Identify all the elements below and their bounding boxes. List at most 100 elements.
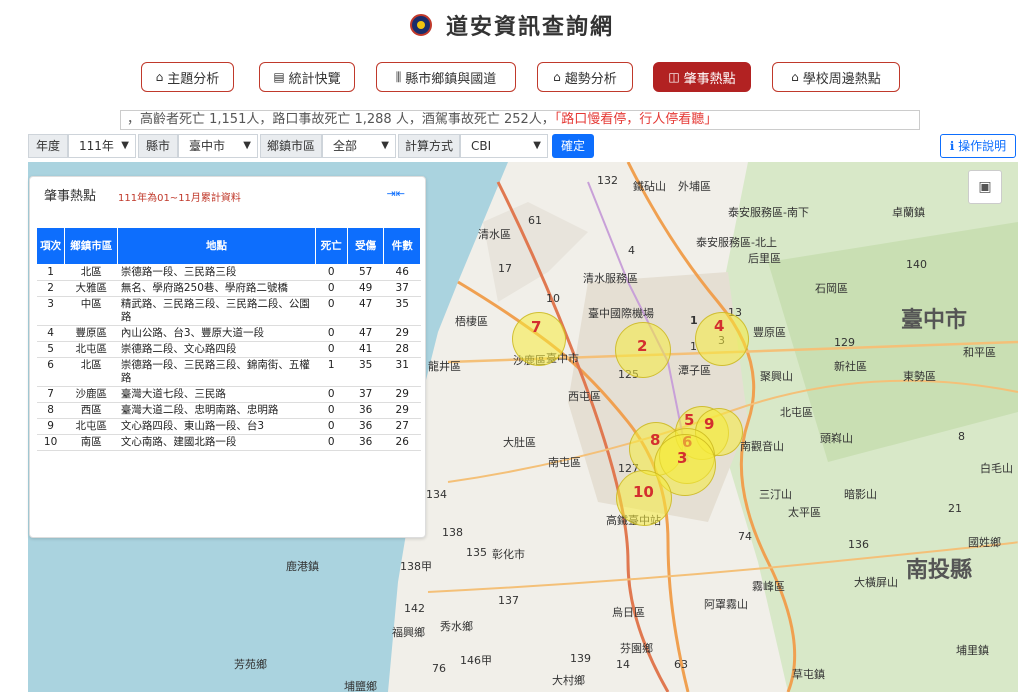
nav-stats-button[interactable]: ▤ 統計快覽	[259, 62, 355, 92]
page-title: 道安資訊查詢網	[445, 15, 614, 40]
place-label: 潭子區	[678, 364, 711, 377]
table-row[interactable]: 7 沙鹿區 臺灣大道七段、三民路 0 37 29	[36, 386, 421, 403]
table-cell: 大雅區	[64, 280, 118, 297]
place-label: 彰化市	[492, 548, 525, 561]
hotspot-panel: 肇事熱點 111年為01~11月累計資料 ⇥⇤ 項次 鄉鎮市區 地點 死亡 受傷…	[29, 176, 426, 538]
table-row[interactable]: 5 北屯區 崇德路二段、文心路四段 0 41 28	[36, 341, 421, 358]
nav-hotspot-button[interactable]: ◫ 肇事熱點	[653, 62, 751, 92]
help-button[interactable]: ℹ 操作說明	[940, 134, 1016, 158]
place-label: 霧峰區	[752, 580, 785, 593]
place-label: 泰安服務區-北上	[696, 236, 777, 249]
nav-trend-button[interactable]: ⌂ 趨勢分析	[537, 62, 633, 92]
calc-select[interactable]: CBI ▼	[460, 134, 548, 158]
place-label: 清水服務區	[583, 272, 638, 285]
image-export-button[interactable]: ▣	[968, 170, 1002, 204]
place-label: 東勢區	[903, 370, 936, 383]
col-header: 死亡	[314, 227, 348, 265]
city-value: 臺中市	[189, 139, 226, 153]
hotspot-marker[interactable]: 2	[615, 322, 671, 378]
nav-theme-analysis-button[interactable]: ⌂ 主題分析	[141, 62, 234, 92]
table-row[interactable]: 10 南區 文心南路、建國北路一段 0 36 26	[36, 434, 421, 451]
table-cell: 臺灣大道二段、忠明南路、忠明路	[117, 402, 316, 419]
table-cell: 0	[315, 296, 348, 326]
table-cell: 36	[347, 418, 384, 435]
place-label: 清水區	[478, 228, 511, 241]
place-label: 北屯區	[780, 406, 813, 419]
table-cell: 精武路、三民路三段、三民路二段、公園路	[117, 296, 316, 326]
nav-label: 學校周邊熱點	[802, 71, 881, 87]
table-cell: 29	[383, 402, 421, 419]
route-shield: 140	[906, 258, 927, 271]
nav-school-hotspot-button[interactable]: ⌂ 學校周邊熱點	[772, 62, 900, 92]
table-cell: 崇德路一段、三民路三段、錦南街、五權路	[117, 357, 316, 387]
route-shield: 134	[426, 488, 447, 501]
hotspot-number: 2	[637, 337, 648, 355]
table-row[interactable]: 8 西區 臺灣大道二段、忠明南路、忠明路 0 36 29	[36, 402, 421, 419]
place-label: 南屯區	[548, 456, 581, 469]
table-cell: 中區	[64, 296, 118, 326]
year-label: 年度	[28, 134, 68, 158]
confirm-button[interactable]: 確定	[552, 134, 594, 158]
table-row[interactable]: 1 北區 崇德路一段、三民路三段 0 57 46	[36, 264, 421, 281]
collapse-icon[interactable]: ⇥⇤	[387, 187, 405, 200]
place-label: 福興鄉	[392, 626, 425, 639]
table-cell: 南區	[64, 434, 118, 451]
table-cell: 35	[347, 357, 384, 387]
route-shield: 74	[738, 530, 752, 543]
place-label: 大村鄉	[552, 674, 585, 687]
table-cell: 文心路四段、東山路一段、台3	[117, 418, 316, 435]
city-label: 縣市	[138, 134, 178, 158]
table-cell: 37	[347, 386, 384, 403]
table-row[interactable]: 2 大雅區 無名、學府路250巷、學府路二號橋 0 49 37	[36, 280, 421, 297]
place-label: 豐原區	[753, 326, 786, 339]
place-label: 大肚區	[503, 436, 536, 449]
table-cell: 內山公路、台3、豐原大道一段	[117, 325, 316, 342]
city-select[interactable]: 臺中市 ▼	[178, 134, 258, 158]
table-cell: 36	[347, 434, 384, 451]
table-row[interactable]: 6 北區 崇德路一段、三民路三段、錦南街、五權路 1 35 31	[36, 357, 421, 387]
table-cell: 北區	[64, 357, 118, 387]
table-cell: 0	[315, 386, 348, 403]
page-header: 道安資訊查詢網	[0, 0, 1024, 50]
table-cell: 36	[347, 402, 384, 419]
place-label: 石岡區	[815, 282, 848, 295]
place-label: 白毛山	[980, 462, 1013, 475]
year-value: 111年	[79, 139, 114, 153]
table-cell: 35	[383, 296, 421, 326]
place-label: 西屯區	[568, 390, 601, 403]
place-label: 國姓鄉	[968, 536, 1001, 549]
hotspot-table: 項次 鄉鎮市區 地點 死亡 受傷 件數 1 北區 崇德路一段、三民路三段 0 57 46 2…	[35, 227, 421, 451]
chart-icon: ⌂	[155, 70, 164, 84]
year-select[interactable]: 111年 ▼	[68, 134, 136, 158]
nav-label: 縣市鄉鎮與國道	[405, 71, 497, 87]
chevron-down-icon: ▼	[121, 140, 129, 151]
place-label: 太平區	[788, 506, 821, 519]
route-shield: 76	[432, 662, 446, 675]
table-cell: 49	[347, 280, 384, 297]
hotspot-marker[interactable]: 10	[616, 470, 672, 526]
image-icon: ▣	[978, 179, 992, 195]
table-row[interactable]: 3 中區 精武路、三民路三段、三民路二段、公園路 0 47 35	[36, 296, 421, 326]
table-cell: 0	[315, 325, 348, 342]
route-shield: 136	[848, 538, 869, 551]
table-cell: 29	[383, 325, 421, 342]
table-row[interactable]: 4 豐原區 內山公路、台3、豐原大道一段 0 47 29	[36, 325, 421, 342]
place-label: 聚興山	[760, 370, 793, 383]
hotspot-marker[interactable]: 1	[688, 314, 708, 334]
town-select[interactable]: 全部 ▼	[322, 134, 396, 158]
route-shield: 10	[546, 292, 560, 305]
col-header: 受傷	[346, 227, 385, 265]
route-shield: 129	[834, 336, 855, 349]
place-label: 阿罩霧山	[704, 598, 748, 611]
place-label: 龍井區	[428, 360, 461, 373]
place-label: 埔里鎮	[956, 644, 989, 657]
filter-bar: 年度 111年 ▼ 縣市 臺中市 ▼ 鄉鎮市區 全部 ▼ 計算方式 CBI ▼ 確定	[28, 134, 1018, 158]
table-row[interactable]: 9 北屯區 文心路四段、東山路一段、台3 0 36 27	[36, 418, 421, 435]
info-icon: ℹ	[949, 139, 959, 153]
hotspot-marker[interactable]: 7	[512, 312, 566, 366]
table-cell: 0	[315, 280, 348, 297]
route-shield: 21	[948, 502, 962, 515]
table-cell: 2	[36, 280, 65, 297]
table-cell: 57	[347, 264, 384, 281]
nav-county-button[interactable]: ⫼ 縣市鄉鎮與國道	[376, 62, 516, 92]
